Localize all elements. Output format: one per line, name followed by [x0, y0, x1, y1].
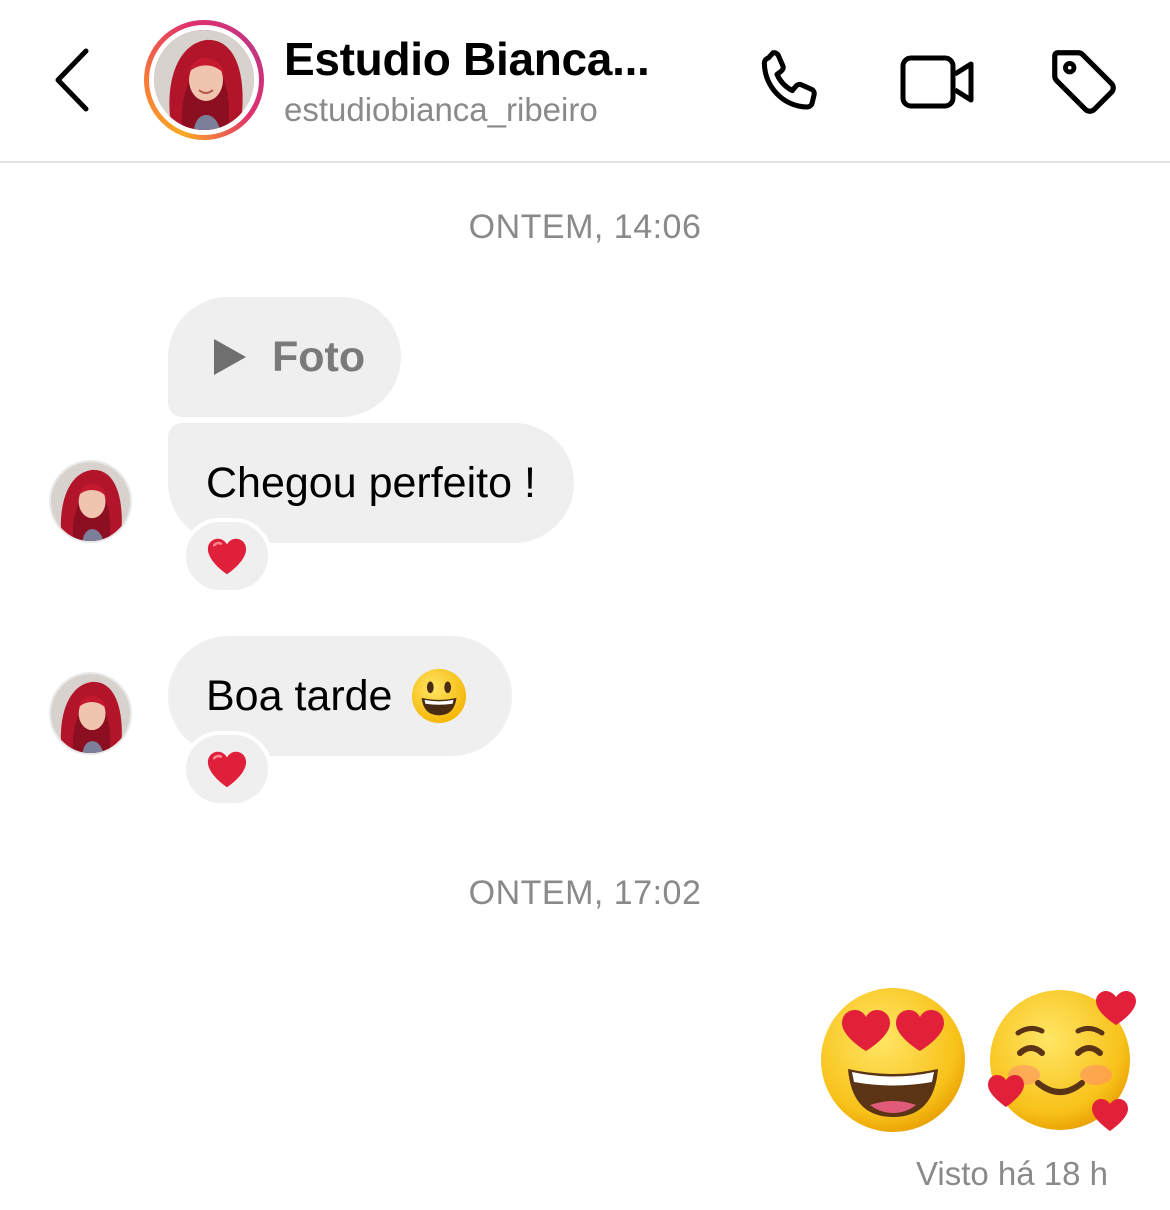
heart-eyes-emoji	[821, 988, 965, 1132]
contact-username: estudiobianca_ribeiro	[284, 91, 598, 128]
photo-message-bubble[interactable]: Foto	[168, 297, 402, 417]
reaction-badge[interactable]	[182, 518, 272, 594]
timestamp: ONTEM, 17:02	[468, 874, 702, 912]
red-heart-icon	[207, 751, 247, 788]
message-text: Chegou perfeito !	[206, 458, 536, 507]
photo-label: Foto	[272, 332, 366, 381]
sender-avatar[interactable]	[49, 672, 132, 755]
tag-icon	[1052, 50, 1116, 114]
contact-title[interactable]: Estudio Bianca... estudiobianca_ribeiro	[284, 30, 650, 132]
contact-avatar[interactable]	[144, 20, 264, 140]
timestamp: ONTEM, 14:06	[468, 208, 702, 246]
sent-emoji-message[interactable]	[818, 985, 1138, 1135]
tag-button[interactable]	[1042, 40, 1126, 124]
message-text: Boa tarde	[206, 671, 393, 720]
reaction-badge[interactable]	[182, 731, 272, 807]
video-call-button[interactable]	[895, 40, 979, 124]
contact-name: Estudio Bianca...	[284, 33, 650, 85]
chevron-left-icon	[55, 48, 89, 112]
play-icon	[214, 339, 246, 375]
smiley-icon	[412, 668, 467, 724]
back-button[interactable]	[40, 40, 104, 120]
seen-status: Visto há 18 h	[915, 1155, 1108, 1192]
avatar-photo	[154, 30, 254, 130]
red-heart-icon	[207, 538, 247, 575]
phone-icon	[761, 50, 817, 110]
video-camera-icon	[900, 55, 974, 109]
chat-header: Estudio Bianca... estudiobianca_ribeiro	[0, 0, 1170, 163]
smiling-face-with-hearts-emoji	[988, 990, 1136, 1131]
sender-avatar[interactable]	[49, 460, 132, 543]
call-button[interactable]	[748, 40, 832, 124]
